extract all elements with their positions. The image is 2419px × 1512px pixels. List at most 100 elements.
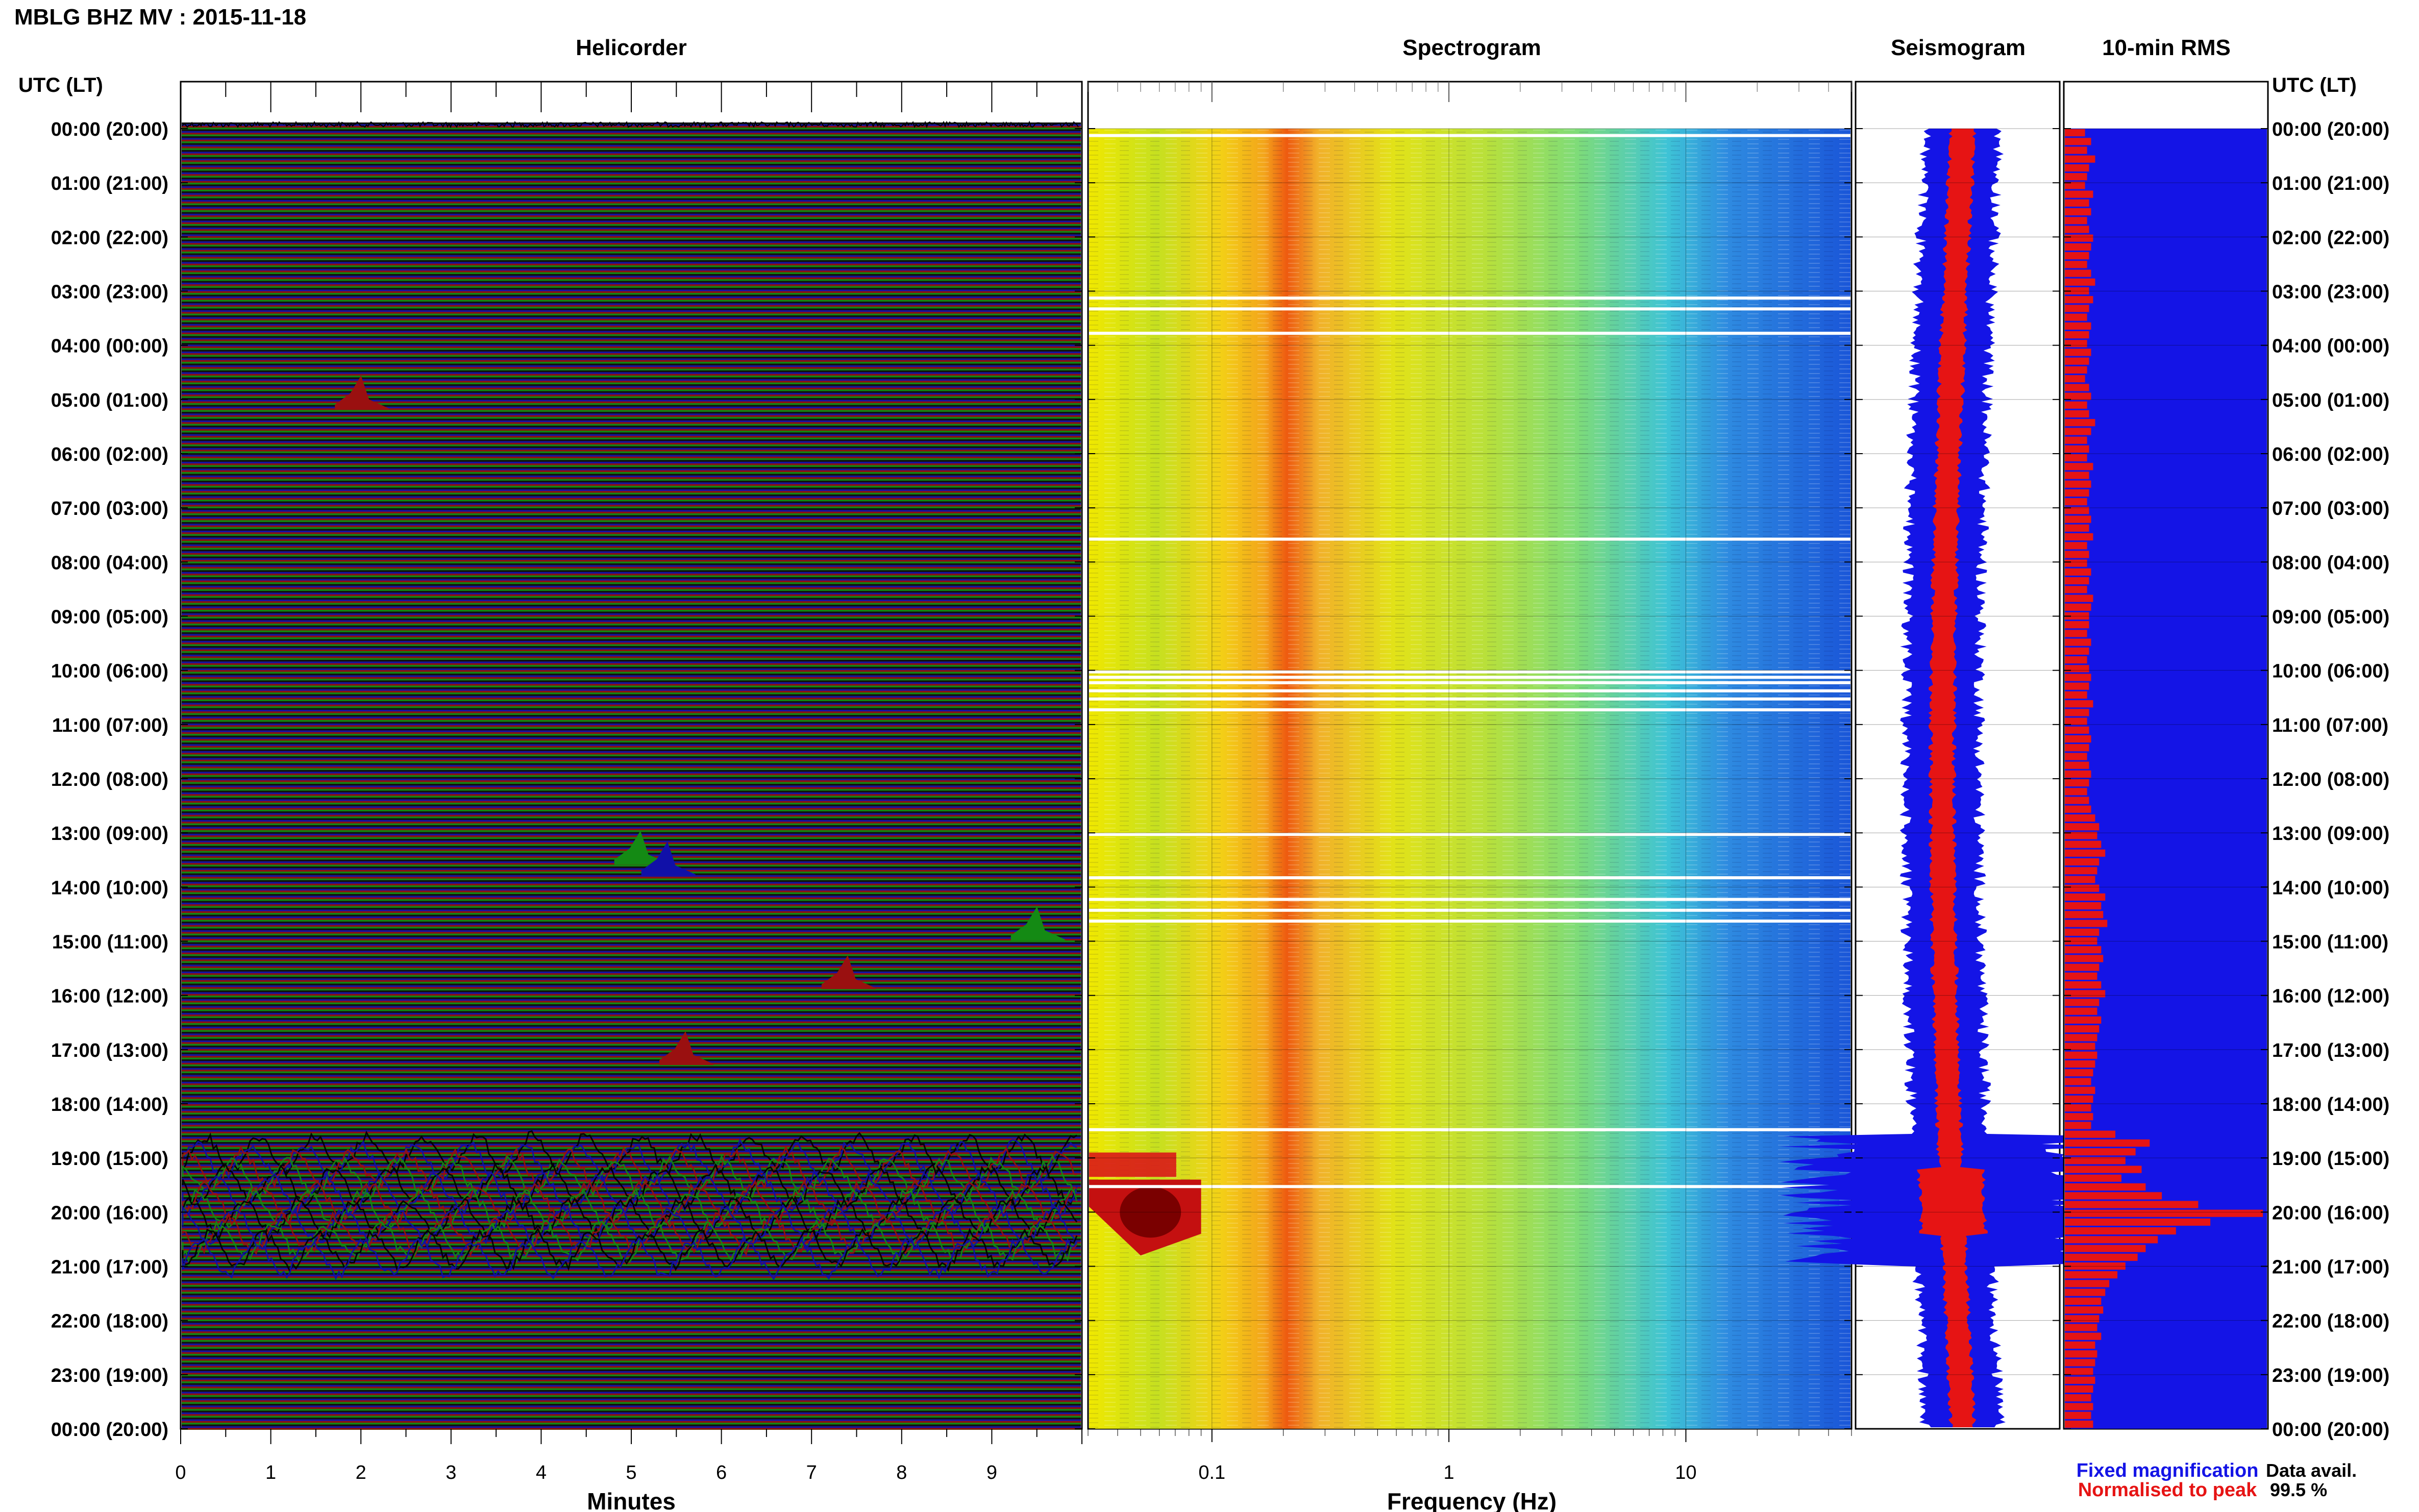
rms-bar xyxy=(2065,129,2085,137)
rms-bar xyxy=(2065,814,2095,822)
rms-bar xyxy=(2065,357,2089,365)
rms-bar xyxy=(2065,208,2091,216)
legend-normalised-to-peak: Normalised to peak xyxy=(2078,1479,2257,1501)
time-label-right: 21:00 (17:00) xyxy=(2272,1257,2389,1278)
rms-bar xyxy=(2065,234,2093,242)
rms-bar xyxy=(2065,999,2100,1006)
rms-bar xyxy=(2065,1394,2091,1402)
rms-bar xyxy=(2065,454,2087,462)
time-label-left: 15:00 (11:00) xyxy=(52,932,168,953)
rms-bar xyxy=(2065,515,2091,523)
rms-bar xyxy=(2065,779,2089,787)
rms-bar xyxy=(2065,867,2097,875)
rms-bar xyxy=(2065,638,2091,646)
rms-bar xyxy=(2065,436,2087,444)
rms-bar xyxy=(2065,682,2089,690)
time-label-left: 03:00 (23:00) xyxy=(51,282,168,303)
legend-fixed-magnification: Fixed magnification xyxy=(2077,1460,2259,1481)
rms-bar xyxy=(2065,384,2089,391)
rms-bar xyxy=(2065,858,2100,866)
rms-bar xyxy=(2065,190,2093,198)
spectrogram-x-tick-label: 0.1 xyxy=(1198,1462,1225,1483)
rms-bar xyxy=(2065,963,2100,971)
rms-bar xyxy=(2065,1201,2199,1208)
spectrogram-gap xyxy=(1089,307,1850,311)
time-label-right: 04:00 (00:00) xyxy=(2272,336,2389,357)
seismic-figure: MBLG BHZ MV : 2015-11-18 Helicorder Spec… xyxy=(14,5,2389,1512)
left-axis-label: UTC (LT) xyxy=(18,74,103,96)
rms-bar xyxy=(2065,551,2089,558)
rms-bar xyxy=(2065,278,2095,286)
rms-bar xyxy=(2065,797,2089,804)
rms-bar xyxy=(2065,594,2093,602)
data-availability-value: 99.5 % xyxy=(2270,1479,2327,1500)
time-label-left: 08:00 (04:00) xyxy=(51,552,168,574)
rms-bar xyxy=(2065,489,2089,497)
rms-bar xyxy=(2065,981,2102,989)
rms-bar xyxy=(2065,577,2089,585)
time-label-right: 22:00 (18:00) xyxy=(2272,1311,2389,1332)
rms-bar xyxy=(2065,1192,2162,1200)
helicorder-x-tick-label: 1 xyxy=(265,1462,276,1483)
helicorder-x-tick-label: 5 xyxy=(626,1462,636,1483)
rms-bar xyxy=(2065,269,2091,277)
rms-bar xyxy=(2065,630,2087,637)
spectrogram-xlabel: Frequency (Hz) xyxy=(1387,1488,1557,1512)
rms-bar xyxy=(2065,586,2087,593)
rms-bar xyxy=(2065,788,2087,796)
rms-panel xyxy=(2063,81,2269,1430)
helicorder-heading: Helicorder xyxy=(576,35,687,60)
rms-bar xyxy=(2065,761,2089,769)
rms-bar xyxy=(2065,349,2091,356)
rms-bar xyxy=(2065,1148,2136,1156)
spectrogram-gap xyxy=(1089,708,1850,711)
spectrogram-gap xyxy=(1089,296,1850,300)
rms-bar xyxy=(2065,296,2093,304)
rms-bar xyxy=(2065,226,2089,233)
time-label-right: 12:00 (08:00) xyxy=(2272,769,2389,790)
rms-bar xyxy=(2065,893,2106,901)
helicorder-xlabel: Minutes xyxy=(587,1488,676,1512)
time-label-right: 08:00 (04:00) xyxy=(2272,552,2389,574)
spectrogram-x-tick-label: 10 xyxy=(1675,1462,1696,1483)
time-label-right: 23:00 (19:00) xyxy=(2272,1365,2389,1386)
time-label-left: 00:00 (20:00) xyxy=(51,119,168,140)
rms-bar xyxy=(2065,656,2087,664)
rms-bar xyxy=(2065,884,2100,892)
rms-bar xyxy=(2065,340,2087,348)
rms-bar xyxy=(2065,568,2091,576)
rms-bar xyxy=(2065,1051,2097,1059)
helicorder-x-tick-label: 9 xyxy=(986,1462,997,1483)
rms-bar xyxy=(2065,1025,2100,1033)
spectrogram-gap xyxy=(1089,689,1850,692)
time-label-right: 19:00 (15:00) xyxy=(2272,1148,2389,1170)
helicorder-x-tick-label: 3 xyxy=(446,1462,456,1483)
rms-bar xyxy=(2065,1253,2138,1261)
rms-bar xyxy=(2065,1122,2091,1129)
spectrogram-gap xyxy=(1089,920,1850,923)
time-label-right: 03:00 (23:00) xyxy=(2272,282,2389,303)
rms-bar xyxy=(2065,972,2097,980)
helicorder-x-tick-label: 4 xyxy=(536,1462,547,1483)
rms-bar xyxy=(2065,717,2087,725)
rms-bar xyxy=(2065,1376,2095,1384)
rms-bar xyxy=(2065,823,2100,831)
rms-bar xyxy=(2065,375,2085,383)
rms-bar xyxy=(2065,252,2089,260)
time-label-right: 10:00 (06:00) xyxy=(2272,661,2389,682)
time-label-left: 12:00 (08:00) xyxy=(51,769,168,790)
rms-bar xyxy=(2065,1306,2104,1314)
rms-bar xyxy=(2065,647,2089,655)
rms-bar xyxy=(2065,1016,2102,1024)
rms-bar xyxy=(2065,744,2089,752)
rms-bar xyxy=(2065,305,2089,312)
rms-bar xyxy=(2065,1007,2097,1015)
rms-bar xyxy=(2065,1332,2102,1340)
spectrogram-gap xyxy=(1089,134,1850,137)
rms-bar xyxy=(2065,735,2091,743)
time-label-left: 07:00 (03:00) xyxy=(51,498,168,519)
rms-bar xyxy=(2065,533,2093,541)
time-label-right: 17:00 (13:00) xyxy=(2272,1040,2389,1061)
rms-bar xyxy=(2065,1368,2093,1375)
rms-bar xyxy=(2065,392,2091,400)
